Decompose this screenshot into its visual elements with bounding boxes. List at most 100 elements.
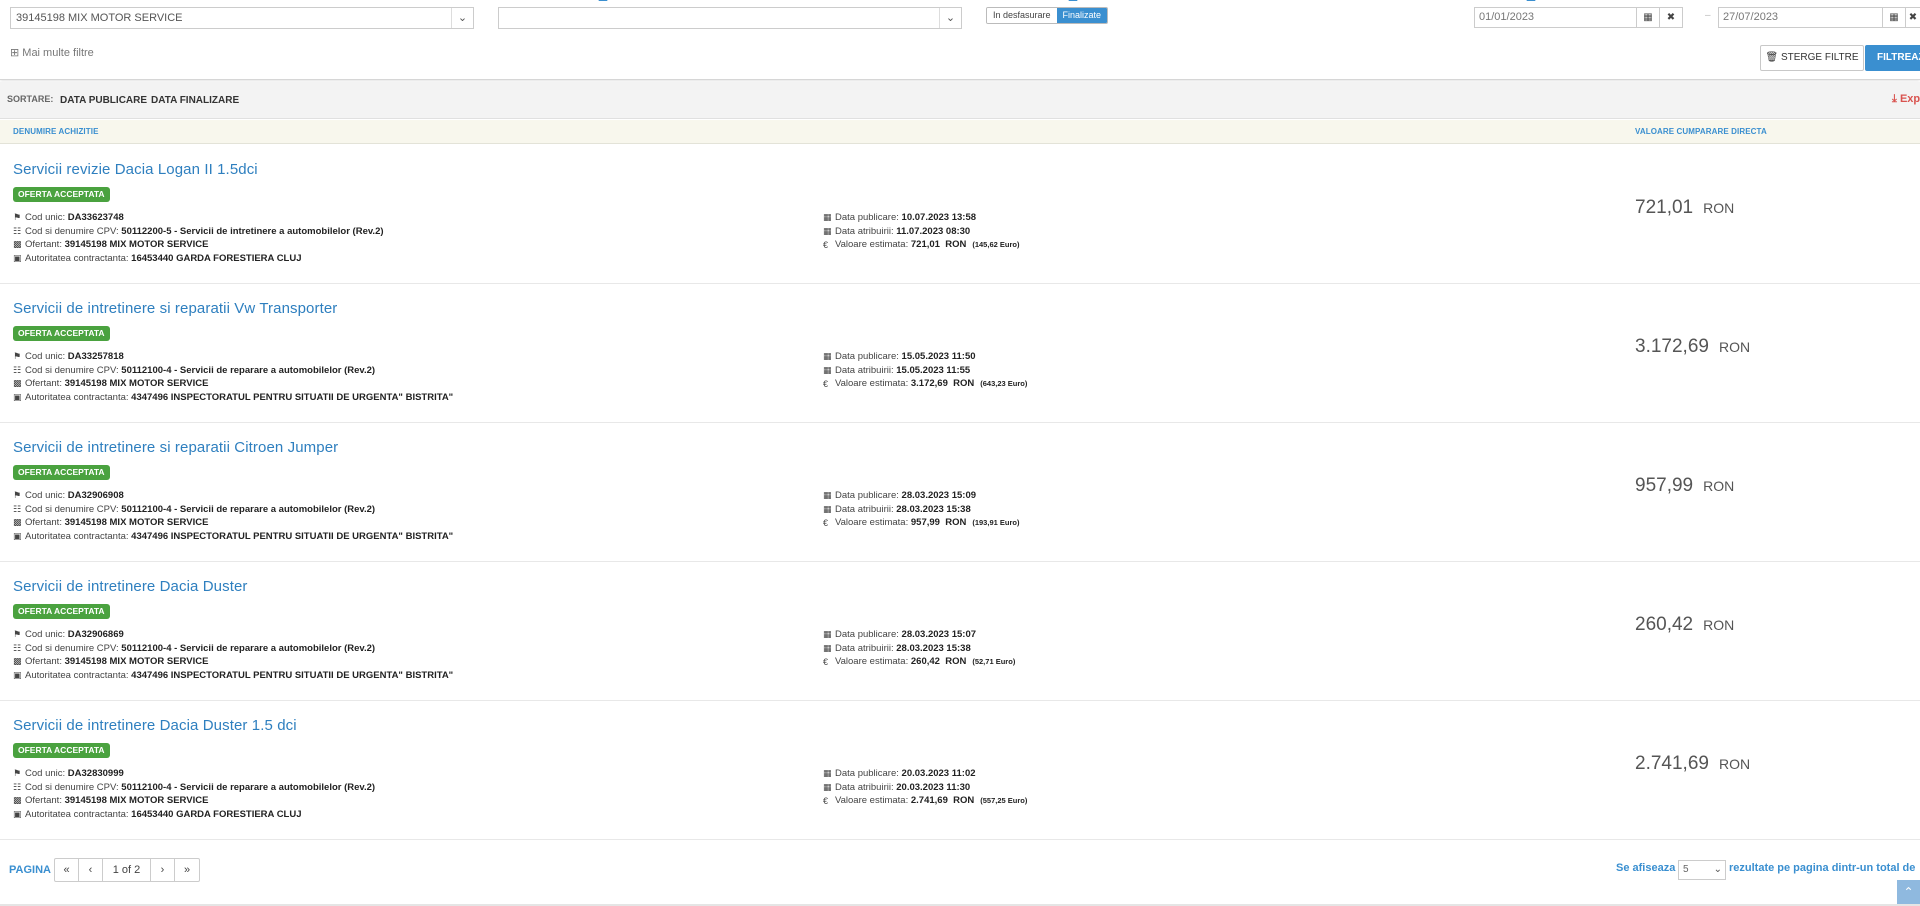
acquisition-details: ⚑ Cod unic: DA32906869 ☷ Cod si denumire C… <box>13 628 453 682</box>
status-finalizate[interactable]: Finalizate <box>1056 8 1108 23</box>
euro-unit: Euro <box>1007 379 1025 389</box>
date-to-input[interactable]: 27/07/2023 <box>1718 7 1888 28</box>
ofertant-label: Ofertant: <box>25 239 62 251</box>
valoare-currency: RON <box>953 378 975 390</box>
col-header-name: DENUMIRE ACHIZITIE <box>13 127 99 136</box>
acquisition-details: ⚑ Cod unic: DA33257818 ☷ Cod si denumire C… <box>13 350 453 404</box>
next-page-button[interactable]: › <box>151 859 175 881</box>
prev-page-button[interactable]: ‹ <box>79 859 103 881</box>
cod-unic-value: DA33623748 <box>67 212 124 224</box>
acquisition-title-link[interactable]: Servicii de intretinere si reparatii Cit… <box>13 439 338 456</box>
calendar-icon: ▦ <box>823 781 832 792</box>
ofertant-label: Ofertant: <box>25 378 62 390</box>
cpv-value: 50112200-5 - Servicii de intretinere a a… <box>121 225 384 237</box>
data-atribuirii-label: Data atribuirii: <box>835 781 894 793</box>
filter-button[interactable]: FILTREAZA <box>1865 45 1920 71</box>
export-link[interactable]: ⤓ Exp <box>1892 93 1920 106</box>
status-badge: OFERTA ACCEPTATA <box>13 604 110 619</box>
cod-unic-value: DA33257818 <box>67 351 124 363</box>
valoare-euro: (145,62 Euro) <box>972 240 1020 250</box>
acquisition-title-link[interactable]: Servicii de intretinere Dacia Duster <box>13 578 248 595</box>
first-page-button[interactable]: « <box>55 859 79 881</box>
cod-unic-label: Cod unic: <box>25 768 66 780</box>
sitemap-icon: ☷ <box>13 225 22 236</box>
cpv-filter-label <box>498 0 608 1</box>
calendar-icon: ▦ <box>823 490 832 501</box>
briefcase-icon: ▣ <box>13 391 22 402</box>
page-indicator: 1 of 2 <box>103 859 151 881</box>
cpv-select[interactable]: ⌄ <box>498 7 962 29</box>
date-from-input[interactable]: 01/01/2023 <box>1474 7 1642 28</box>
status-in-desfasurare[interactable]: In desfasurare <box>987 8 1057 23</box>
sort-data-finalizare[interactable]: DATA FINALIZARE <box>151 95 239 106</box>
scroll-top-button[interactable]: ⌃ <box>1897 880 1920 906</box>
data-publicare-label: Data publicare: <box>835 351 899 363</box>
euro-unit: Euro <box>999 518 1017 528</box>
data-publicare-label: Data publicare: <box>835 212 899 224</box>
more-filters-link[interactable]: ⊞ Mai multe filtre <box>10 46 94 59</box>
price-currency: RON <box>1703 200 1735 216</box>
clear-filters-button[interactable]: 🗑 STERGE FILTRE <box>1760 45 1864 71</box>
status-badge: OFERTA ACCEPTATA <box>13 187 110 202</box>
acquisition-dates: ▦ Data publicare: 28.03.2023 15:07 ▦ Data … <box>823 628 1015 669</box>
showing-prefix: Se afiseaza <box>1616 862 1676 874</box>
tag-icon: ⚑ <box>13 212 22 223</box>
sort-data-publicare[interactable]: DATA PUBLICARE <box>60 95 147 106</box>
tag-icon: ⚑ <box>13 490 22 501</box>
clear-date-from-icon[interactable]: ✖ <box>1659 7 1683 28</box>
data-publicare-label: Data publicare: <box>835 768 899 780</box>
page-controls: « ‹ 1 of 2 › » <box>54 858 200 882</box>
tag-icon: ⚑ <box>13 351 22 362</box>
pagination: PAGINA « ‹ 1 of 2 › » Se afiseaza 5 ⌄ re… <box>0 851 1920 891</box>
page-label: PAGINA <box>9 864 51 876</box>
valoare-currency: RON <box>953 795 975 807</box>
trash-icon: 🗑 <box>1765 52 1779 63</box>
acquisition-details: ⚑ Cod unic: DA32830999 ☷ Cod si denumire C… <box>13 767 375 821</box>
data-atribuirii-label: Data atribuirii: <box>835 503 894 515</box>
data-atribuirii-label: Data atribuirii: <box>835 642 894 654</box>
euro-amount: (52,71 <box>972 657 994 667</box>
calendar-icon[interactable]: ▦ <box>1882 7 1906 28</box>
table-row: Servicii de intretinere si reparatii Cit… <box>0 423 1920 562</box>
truck-icon: ▩ <box>13 378 22 389</box>
price-amount: 3.172,69 <box>1635 336 1709 357</box>
calendar-icon: ▦ <box>823 642 832 653</box>
tag-icon: ⚑ <box>13 768 22 779</box>
truck-icon: ▩ <box>13 656 22 667</box>
status-toggle: In desfasurare Finalizate <box>986 7 1109 24</box>
cpv-label: Cod si denumire CPV: <box>25 781 119 793</box>
truck-icon: ▩ <box>13 517 22 528</box>
price-currency: RON <box>1703 617 1735 633</box>
calendar-icon: ▦ <box>823 768 832 779</box>
sort-label: SORTARE: <box>7 94 54 104</box>
acquisition-title-link[interactable]: Servicii de intretinere Dacia Duster 1.5… <box>13 717 297 734</box>
per-page-value: 5 <box>1683 864 1689 875</box>
calendar-icon: ▦ <box>823 503 832 514</box>
data-atribuirii-value: 20.03.2023 11:30 <box>896 781 971 793</box>
valoare-estimata-label: Valoare estimata: <box>835 795 909 807</box>
valoare-estimata-value: 721,01 <box>910 239 940 251</box>
acquisition-title-link[interactable]: Servicii revizie Dacia Logan II 1.5dci <box>13 161 258 178</box>
acquisition-title-link[interactable]: Servicii de intretinere si reparatii Vw … <box>13 300 337 317</box>
valoare-estimata-value: 3.172,69 <box>910 378 948 390</box>
calendar-icon[interactable]: ▦ <box>1636 7 1660 28</box>
date-filter-label <box>1474 0 1538 1</box>
sitemap-icon: ☷ <box>13 781 22 792</box>
price-amount: 957,99 <box>1635 475 1694 496</box>
acquisition-details: ⚑ Cod unic: DA32906908 ☷ Cod si denumire C… <box>13 489 453 543</box>
status-badge: OFERTA ACCEPTATA <box>13 326 110 341</box>
chevron-down-icon: ⌄ <box>1713 864 1722 875</box>
acquisition-dates: ▦ Data publicare: 10.07.2023 13:58 ▦ Data … <box>823 211 1019 252</box>
autoritatea-value: 16453440 GARDA FORESTIERA CLUJ <box>131 808 302 820</box>
supplier-select[interactable]: 39145198 MIX MOTOR SERVICE ⌄ <box>10 7 474 29</box>
euro-icon: € <box>823 795 829 806</box>
autoritatea-label: Autoritatea contractanta: <box>25 252 129 264</box>
cpv-label: Cod si denumire CPV: <box>25 503 119 515</box>
last-page-button[interactable]: » <box>175 859 199 881</box>
direct-purchase-value: 2.741,69 RON <box>1635 753 1750 775</box>
per-page-select[interactable]: 5 ⌄ <box>1678 860 1726 880</box>
cpv-label: Cod si denumire CPV: <box>25 642 119 654</box>
help-icon <box>1068 0 1078 1</box>
data-publicare-value: 10.07.2023 13:58 <box>901 212 977 224</box>
clear-date-to-icon[interactable]: ✖ <box>1905 7 1920 28</box>
